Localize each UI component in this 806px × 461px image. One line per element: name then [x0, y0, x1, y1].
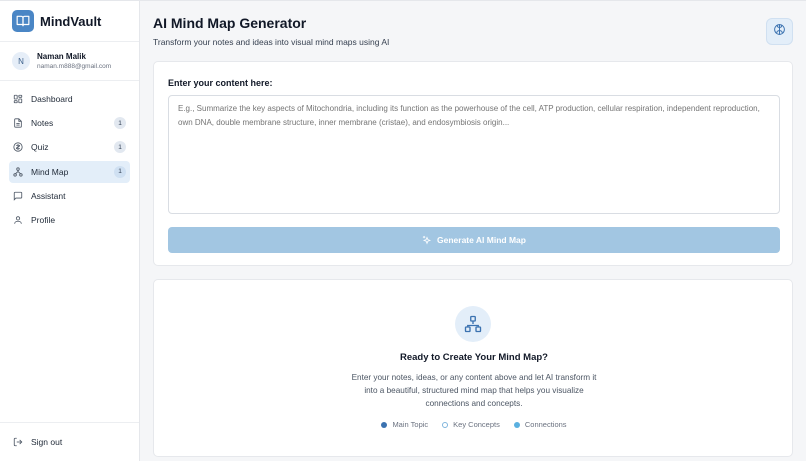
page-subtitle: Transform your notes and ideas into visu… — [153, 37, 390, 47]
count-badge: 1 — [114, 165, 126, 178]
count-badge: 1 — [114, 117, 126, 130]
brain-button[interactable] — [766, 18, 793, 45]
sparkles-icon — [422, 235, 432, 245]
sign-out-button[interactable]: Sign out — [0, 422, 139, 461]
sidebar-item-assistant[interactable]: Assistant — [9, 185, 130, 207]
empty-state-description: Enter your notes, ideas, or any content … — [351, 373, 597, 408]
legend-label: Key Concepts — [453, 420, 500, 429]
content-input-card: Enter your content here: Generate AI Min… — [153, 61, 793, 266]
sign-out-label: Sign out — [31, 437, 63, 447]
generate-button-label: Generate AI Mind Map — [437, 235, 526, 245]
content-textarea[interactable] — [168, 95, 780, 214]
sidebar: MindVault N Naman Malik naman.m888@gmail… — [0, 0, 140, 461]
mindmap-icon — [13, 166, 23, 177]
sidebar-nav: Dashboard Notes 1 Quiz 1 Mind Map 1 Assi… — [0, 81, 139, 231]
sidebar-item-label: Quiz — [31, 142, 49, 153]
dashboard-icon — [13, 94, 23, 104]
legend-label: Main Topic — [392, 420, 429, 429]
user-card: N Naman Malik naman.m888@gmail.com — [0, 42, 139, 81]
main-topic-dot-icon — [381, 421, 388, 428]
app-name: MindVault — [40, 13, 102, 29]
network-icon — [455, 306, 491, 342]
legend-item-connections: Connections — [513, 420, 567, 429]
user-email: naman.m888@gmail.com — [37, 63, 112, 70]
key-concepts-dot-icon — [442, 421, 449, 428]
notes-icon — [13, 118, 23, 128]
user-icon — [13, 215, 23, 225]
sidebar-item-quiz[interactable]: Quiz 1 — [9, 136, 130, 158]
generate-mind-map-button[interactable]: Generate AI Mind Map — [168, 227, 780, 253]
logout-icon — [13, 437, 23, 447]
connections-dot-icon — [513, 421, 520, 428]
quiz-icon — [13, 142, 23, 152]
brand[interactable]: MindVault — [0, 1, 139, 42]
sidebar-item-label: Mind Map — [31, 166, 69, 177]
sidebar-item-label: Profile — [31, 214, 56, 225]
legend-label: Connections — [524, 420, 567, 429]
legend-item-main-topic: Main Topic — [381, 420, 428, 429]
sidebar-item-label: Dashboard — [31, 94, 73, 104]
page-title: AI Mind Map Generator — [153, 15, 307, 31]
avatar: N — [12, 52, 30, 70]
brain-icon — [773, 23, 786, 41]
sidebar-item-profile[interactable]: Profile — [9, 209, 130, 231]
count-badge: 1 — [114, 141, 126, 154]
sidebar-item-label: Assistant — [31, 190, 66, 201]
legend-item-key-concepts: Key Concepts — [442, 420, 500, 429]
empty-state-title: Ready to Create Your Mind Map? — [400, 352, 548, 363]
empty-state-card: Ready to Create Your Mind Map? Enter you… — [153, 279, 793, 457]
sidebar-item-label: Notes — [31, 118, 54, 129]
sidebar-item-notes[interactable]: Notes 1 — [9, 112, 130, 134]
sidebar-item-mind-map[interactable]: Mind Map 1 — [9, 160, 130, 183]
book-icon — [12, 10, 34, 32]
legend: Main Topic Key Concepts Connections — [154, 420, 794, 429]
content-label: Enter your content here: — [168, 78, 273, 88]
main-content: AI Mind Map Generator Transform your not… — [140, 0, 806, 461]
sidebar-item-dashboard[interactable]: Dashboard — [9, 88, 130, 110]
chat-icon — [13, 191, 23, 201]
user-name: Naman Malik — [37, 52, 86, 61]
